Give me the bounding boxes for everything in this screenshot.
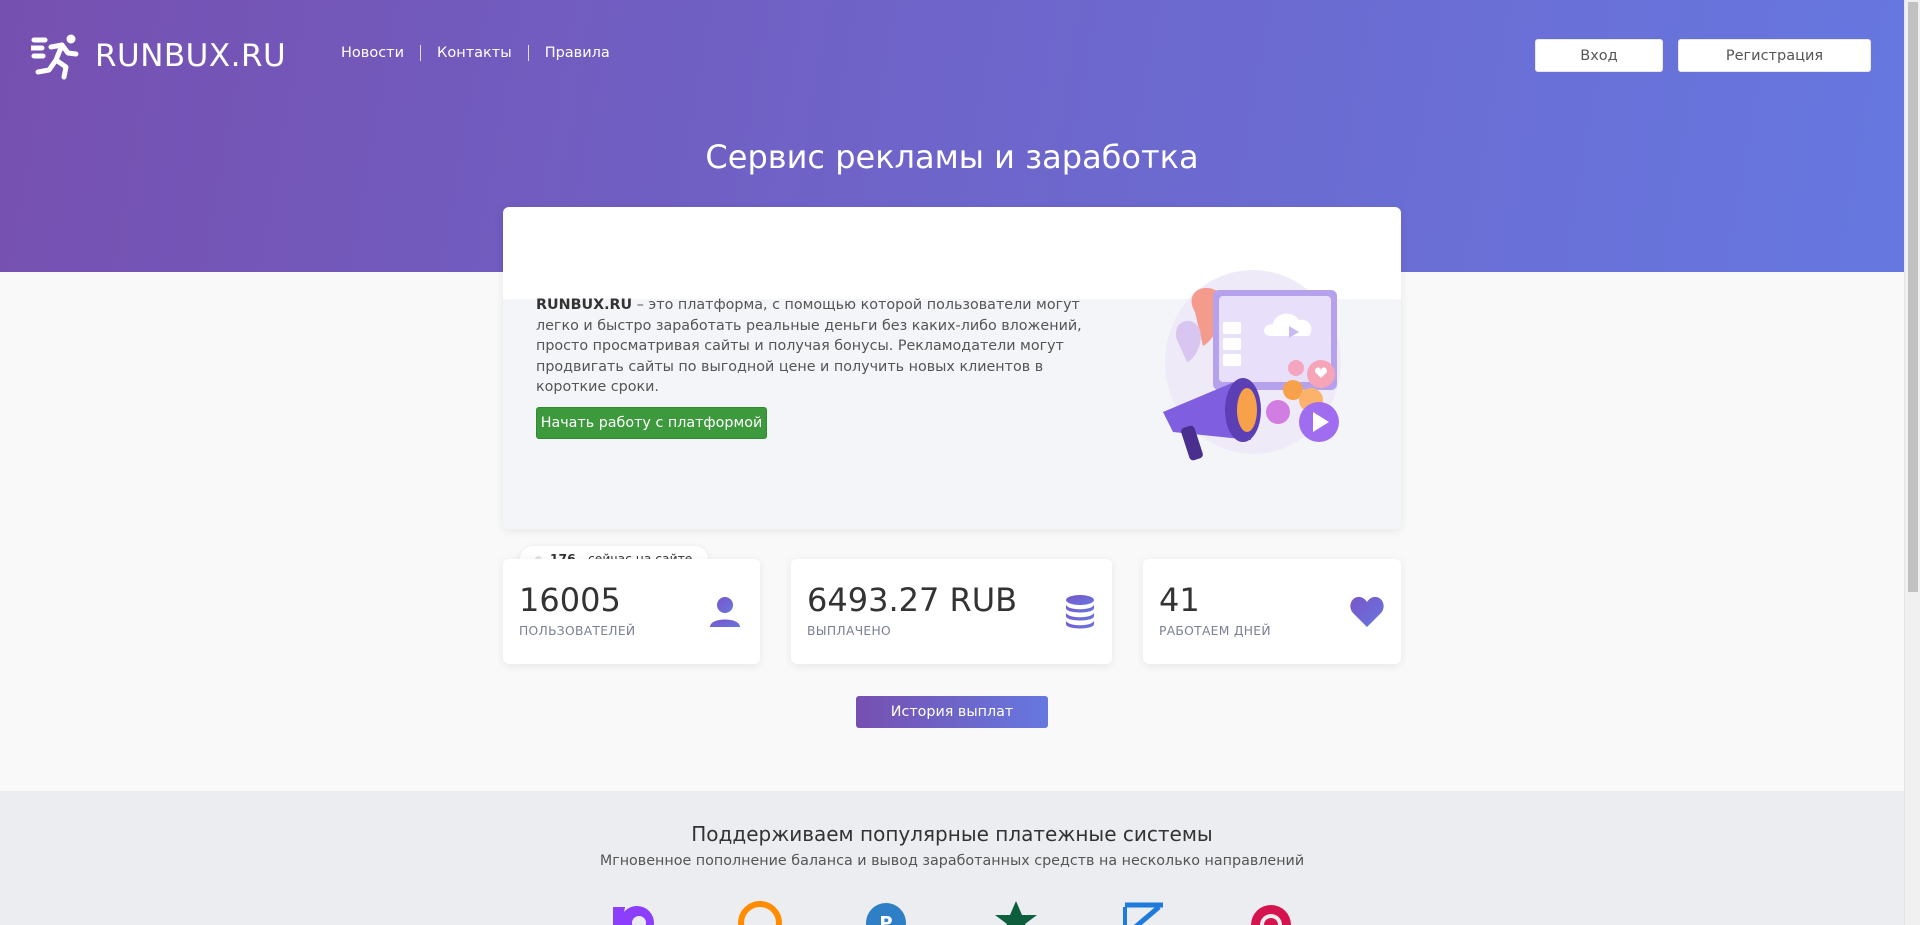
svg-text:P: P [879, 913, 892, 925]
perfect-money-icon [1251, 905, 1291, 925]
stat-days: 41 РАБОТАЕМ ДНЕЙ [1143, 559, 1401, 664]
stat-value: 41 [1159, 581, 1200, 619]
payments-subtitle: Мгновенное пополнение баланса и вывод за… [599, 853, 1305, 869]
heart-icon [1350, 596, 1384, 627]
coins-icon [1066, 595, 1094, 629]
payeer-icon: P [866, 903, 906, 925]
intro-brand: RUNBUX.RU [536, 297, 633, 313]
user-icon [710, 597, 740, 627]
stat-users: 16005 ПОЛЬЗОВАТЕЛЕЙ [503, 559, 760, 664]
nav-rules[interactable]: Правила [527, 45, 626, 61]
page-scrollbar[interactable] [1904, 0, 1920, 925]
qiwi-icon [738, 901, 782, 925]
payout-history-button[interactable]: История выплат [856, 696, 1048, 728]
intro-text: RUNBUX.RU – это платформа, с помощью кот… [536, 295, 1086, 398]
stat-label: РАБОТАЕМ ДНЕЙ [1159, 624, 1271, 638]
stat-value: 6493.27 RUB [807, 581, 1018, 619]
yoomoney-icon [613, 906, 654, 925]
intro-card: RUNBUX.RU – это платформа, с помощью кот… [503, 207, 1401, 529]
advertising-illustration [1163, 270, 1341, 461]
start-button[interactable]: Начать работу с платформой [536, 407, 767, 439]
main-nav: Новости Контакты Правила [341, 45, 626, 61]
login-button[interactable]: Вход [1535, 39, 1663, 72]
stat-paid: 6493.27 RUB ВЫПЛАЧЕНО [791, 559, 1112, 664]
logo-text: RUNBUX.RU [95, 38, 287, 74]
page-title: Сервис рекламы и заработка [705, 138, 1199, 176]
scrollbar-thumb[interactable] [1908, 2, 1918, 592]
stat-value: 16005 [519, 581, 621, 619]
nav-contacts[interactable]: Контакты [420, 45, 528, 61]
payments-title: Поддерживаем популярные платежные систем… [691, 822, 1213, 846]
stat-label: ПОЛЬЗОВАТЕЛЕЙ [519, 624, 636, 638]
register-button[interactable]: Регистрация [1678, 39, 1871, 72]
webmoney-icon [1123, 902, 1165, 925]
advcash-icon [995, 901, 1037, 925]
runner-icon [31, 34, 79, 80]
nav-news[interactable]: Новости [341, 45, 420, 61]
site-logo[interactable]: RUNBUX.RU [31, 32, 286, 80]
stat-label: ВЫПЛАЧЕНО [807, 624, 892, 638]
